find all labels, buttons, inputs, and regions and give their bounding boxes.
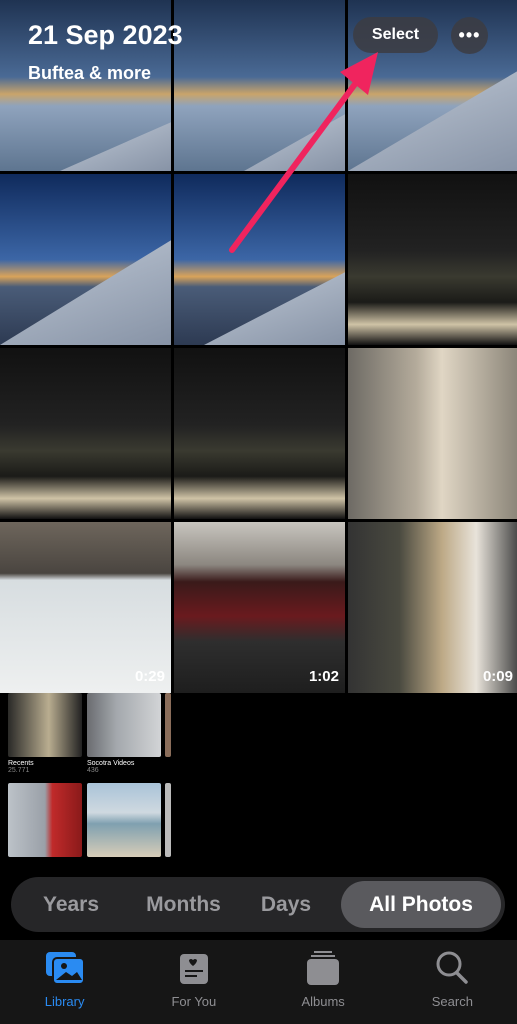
tab-bar: Library For You Albums Search	[0, 940, 517, 1024]
album-thumbnail[interactable]	[87, 783, 161, 857]
segment-all-photos[interactable]: All Photos	[341, 881, 501, 928]
tab-for-you[interactable]: For You	[129, 940, 258, 1024]
search-icon	[436, 951, 469, 984]
for-you-icon	[179, 954, 208, 984]
photo-thumbnail[interactable]	[348, 348, 517, 519]
tab-albums[interactable]: Albums	[259, 940, 388, 1024]
albums-overlay: Recents 25.771 Socotra Videos 436	[0, 693, 517, 868]
photo-thumbnail[interactable]	[174, 348, 345, 519]
album-count: 436	[87, 767, 99, 774]
photo-thumbnail[interactable]	[0, 348, 171, 519]
video-thumbnail[interactable]: 0:29	[0, 522, 171, 693]
tab-library[interactable]: Library	[0, 940, 129, 1024]
segment-days[interactable]: Days	[236, 893, 336, 917]
library-view-segmented-control: Years Months Days All Photos	[11, 877, 505, 932]
album-name: Socotra Videos	[87, 760, 135, 767]
segment-years[interactable]: Years	[11, 893, 131, 917]
album-recents[interactable]: Recents 25.771	[8, 693, 82, 774]
albums-icon	[307, 951, 340, 985]
album-count: 25.771	[8, 767, 30, 774]
video-duration: 1:02	[308, 668, 339, 685]
tab-label: Albums	[301, 994, 345, 1009]
album-name: Recents	[8, 760, 34, 767]
tab-search[interactable]: Search	[388, 940, 517, 1024]
album-thumbnail[interactable]	[165, 693, 171, 757]
tab-label: Library	[44, 994, 85, 1009]
video-thumbnail[interactable]: 0:09	[348, 522, 517, 693]
album-favourites[interactable]	[8, 783, 82, 857]
tab-label: Search	[431, 994, 473, 1009]
annotation-arrow	[229, 52, 378, 253]
video-duration: 0:29	[134, 668, 165, 685]
album-socotra-videos[interactable]: Socotra Videos 436	[87, 693, 161, 774]
album-thumbnail[interactable]	[165, 783, 171, 857]
photo-library-icon	[45, 952, 85, 985]
tab-label: For You	[171, 994, 217, 1009]
video-thumbnail[interactable]: 1:02	[174, 522, 345, 693]
video-duration: 0:09	[482, 668, 513, 685]
segment-months[interactable]: Months	[131, 893, 236, 917]
